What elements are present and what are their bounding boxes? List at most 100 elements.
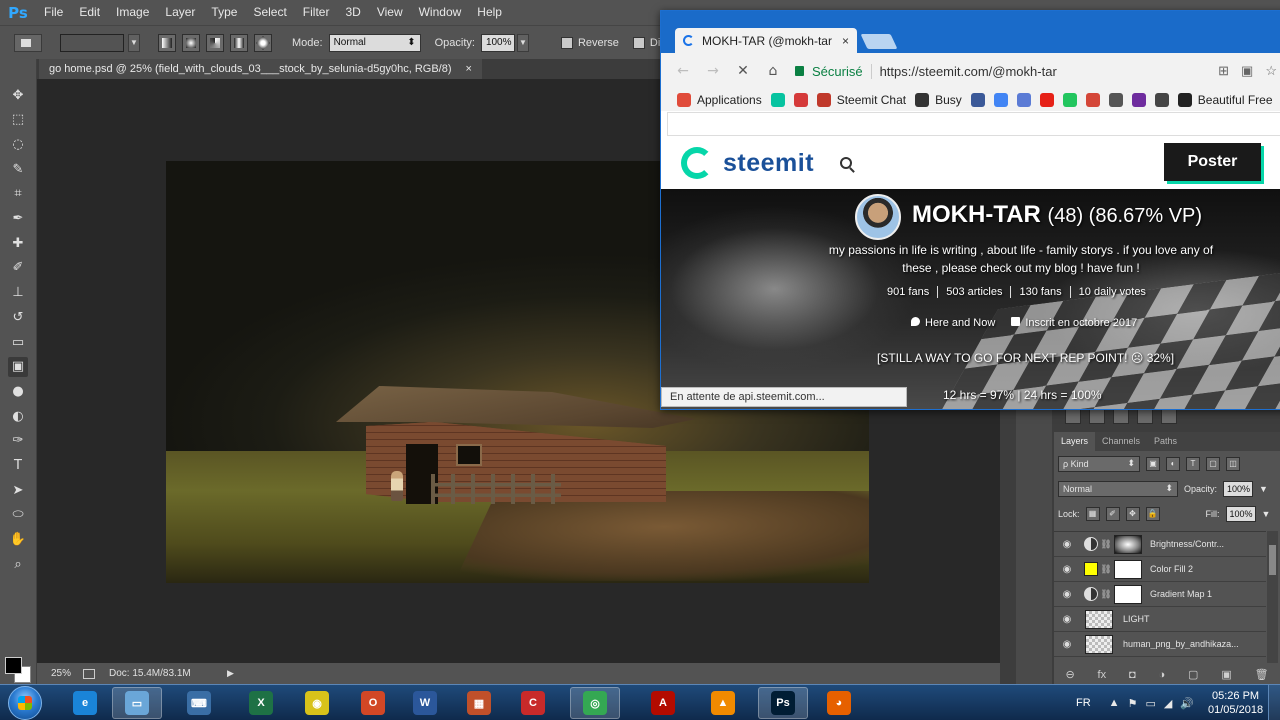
crop-tool-icon[interactable]: ⌗ [8, 184, 28, 204]
link-icon[interactable]: ⛓ [1100, 564, 1112, 575]
reverse-checkbox[interactable] [560, 36, 573, 49]
gradient-editor-swatch[interactable] [60, 33, 124, 52]
menu-image[interactable]: Image [108, 0, 157, 25]
angle-gradient-button[interactable] [206, 33, 224, 52]
opacity-slider-arrow[interactable]: ▼ [516, 33, 529, 52]
show-hidden-icons-icon[interactable]: ▲ [1109, 697, 1120, 710]
close-icon[interactable]: × [466, 59, 472, 79]
diamond-gradient-button[interactable] [254, 33, 272, 52]
tab-paths[interactable]: Paths [1147, 432, 1184, 451]
new-group-icon[interactable]: ▢ [1188, 668, 1198, 681]
bookmark-item[interactable] [1062, 93, 1077, 107]
link-icon[interactable]: ⛓ [1100, 589, 1112, 600]
url-text[interactable]: https://steemit.com/@mokh-tar [880, 64, 1211, 79]
layer-row-light[interactable]: ◉ LIGHT [1054, 607, 1266, 632]
address-bar[interactable]: Sécurisé https://steemit.com/@mokh-tar ⊞… [795, 58, 1280, 84]
clone-stamp-tool-icon[interactable]: ⊥ [8, 283, 28, 303]
taskbar-app[interactable]: ⌨ [174, 687, 224, 719]
type-tool-icon[interactable]: T [8, 456, 28, 476]
layer-opacity-value[interactable]: 100% [1223, 480, 1254, 497]
visibility-eye-icon[interactable]: ◉ [1054, 614, 1080, 625]
eraser-tool-icon[interactable]: ▭ [8, 332, 28, 352]
taskbar-app[interactable]: W [400, 687, 450, 719]
bookmark-item[interactable] [1108, 93, 1123, 107]
linear-gradient-button[interactable] [158, 33, 176, 52]
history-brush-tool-icon[interactable]: ↺ [8, 307, 28, 327]
gradient-picker-arrow[interactable]: ▼ [128, 33, 140, 52]
layers-scrollbar[interactable] [1267, 531, 1278, 663]
color-fill-icon[interactable] [1084, 562, 1098, 576]
start-button[interactable] [8, 686, 42, 720]
close-icon[interactable]: × [842, 34, 849, 48]
taskbar-app[interactable]: e [60, 687, 110, 719]
layer-row-color-fill[interactable]: ◉ ⛓ Color Fill 2 [1054, 557, 1266, 582]
new-layer-icon[interactable]: ▣ [1221, 668, 1231, 681]
add-mask-icon[interactable]: ◘ [1129, 669, 1136, 681]
post-button[interactable]: Poster [1164, 143, 1261, 181]
visibility-eye-icon[interactable]: ◉ [1054, 539, 1080, 550]
quick-select-tool-icon[interactable]: ✎ [8, 159, 28, 179]
filter-pixel-icon[interactable]: ▣ [1146, 456, 1160, 471]
layer-row-human-png[interactable]: ◉ human_png_by_andhikaza... [1054, 632, 1266, 657]
steemit-wordmark[interactable]: steemit [723, 149, 814, 178]
layer-mask-thumbnail[interactable] [1114, 534, 1142, 554]
taskbar-app[interactable]: ▦ [454, 687, 504, 719]
hand-tool-icon[interactable]: ✋ [8, 530, 28, 550]
forward-arrow-icon[interactable]: → [705, 63, 721, 79]
status-menu-arrow[interactable]: ▶ [227, 668, 234, 679]
layer-mask-thumbnail[interactable] [1114, 584, 1142, 604]
taskbar-app[interactable]: O [348, 687, 398, 719]
layer-kind-filter[interactable]: ρ Kind ⬍ [1058, 455, 1140, 472]
menu-type[interactable]: Type [203, 0, 245, 25]
save-page-icon[interactable]: ▣ [1241, 63, 1253, 79]
lock-brush-icon[interactable]: ✐ [1105, 506, 1120, 521]
menu-3d[interactable]: 3D [337, 0, 368, 25]
show-desktop-button[interactable] [1268, 685, 1280, 720]
gradient-tool-icon[interactable]: ▣ [8, 356, 28, 377]
volume-icon[interactable]: 🔊 [1180, 697, 1194, 710]
layer-row-gradient-map[interactable]: ◉ ⛓ Gradient Map 1 [1054, 582, 1266, 607]
back-arrow-icon[interactable]: ← [675, 63, 691, 79]
language-indicator[interactable]: FR [1076, 697, 1091, 709]
link-icon[interactable]: ⛓ [1100, 539, 1112, 550]
tab-channels[interactable]: Channels [1095, 432, 1147, 451]
bookmark-item[interactable] [1154, 93, 1169, 107]
menu-filter[interactable]: Filter [295, 0, 338, 25]
lock-all-icon[interactable]: 🔒 [1145, 506, 1160, 521]
healing-brush-tool-icon[interactable]: ✚ [8, 233, 28, 253]
menu-window[interactable]: Window [411, 0, 470, 25]
browser-tab[interactable]: MOKH-TAR (@mokh-tar × [675, 28, 857, 53]
search-icon[interactable] [840, 157, 853, 169]
action-center-flag-icon[interactable]: ⚑ [1128, 697, 1138, 710]
stop-loading-icon[interactable]: ✕ [735, 63, 751, 79]
tool-preset-picker[interactable] [14, 33, 42, 52]
taskbar-app[interactable]: X [236, 687, 286, 719]
layer-mask-thumbnail[interactable] [1114, 559, 1142, 579]
zoom-level[interactable]: 25% [37, 668, 77, 679]
taskbar-app[interactable]: ◕ [814, 687, 864, 719]
visibility-eye-icon[interactable]: ◉ [1054, 639, 1080, 650]
fill-value[interactable]: 100% [1225, 505, 1256, 522]
scrollbar-thumb[interactable] [1269, 545, 1276, 575]
taskbar-app[interactable]: Ps [758, 687, 808, 719]
filter-adjustment-icon[interactable]: ◐ [1166, 456, 1180, 471]
bookmark-item[interactable] [1016, 93, 1031, 107]
bookmark-item[interactable] [793, 93, 808, 107]
following-count[interactable]: 130 fans [1011, 286, 1071, 298]
menu-select[interactable]: Select [245, 0, 294, 25]
menu-view[interactable]: View [369, 0, 411, 25]
export-icon[interactable] [83, 668, 95, 679]
taskbar-app[interactable]: A [638, 687, 688, 719]
lock-transparency-icon[interactable]: ▦ [1085, 506, 1100, 521]
clock[interactable]: 05:26 PM 01/05/2018 [1208, 689, 1263, 717]
taskbar-app[interactable]: ◉ [292, 687, 342, 719]
tab-layers[interactable]: Layers [1054, 432, 1096, 451]
lasso-tool-icon[interactable]: ◌ [8, 134, 28, 154]
visibility-eye-icon[interactable]: ◉ [1054, 564, 1080, 575]
marquee-tool-icon[interactable]: ⬚ [8, 110, 28, 130]
lock-move-icon[interactable]: ✥ [1125, 506, 1140, 521]
bookmark-item[interactable] [970, 93, 985, 107]
adjustment-icon[interactable] [1089, 408, 1105, 424]
dodge-tool-icon[interactable]: ◐ [8, 406, 28, 426]
display-icon[interactable]: ▭ [1145, 697, 1155, 710]
